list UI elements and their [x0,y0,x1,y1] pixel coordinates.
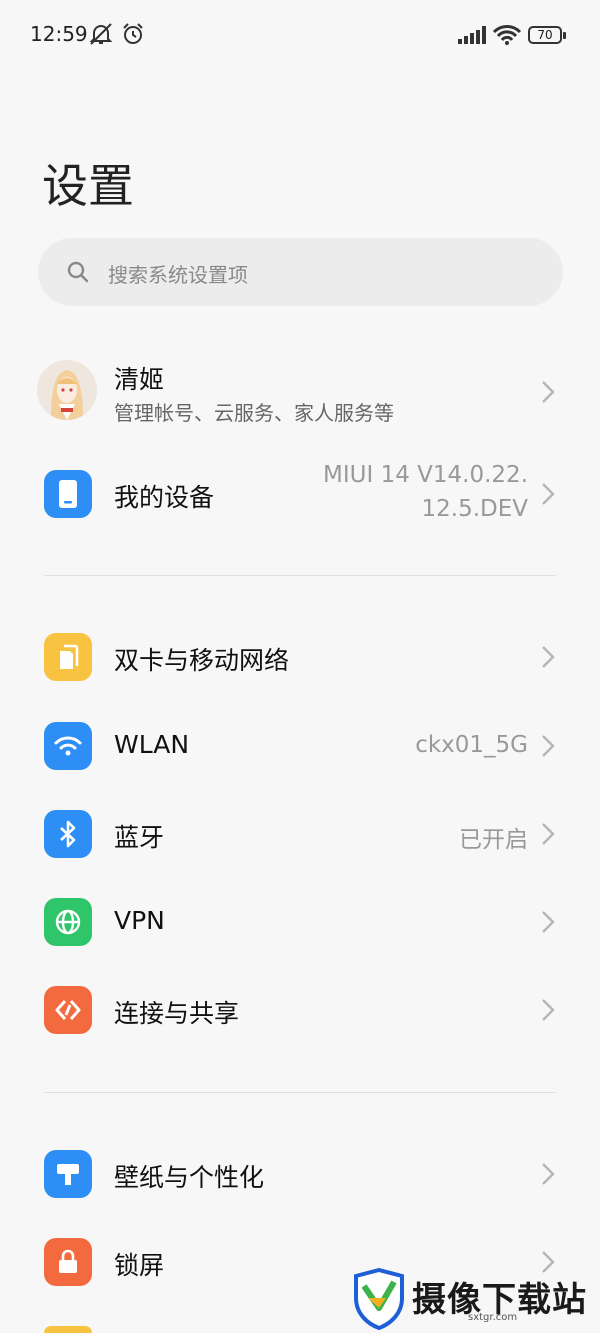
wifi-status-icon [492,25,522,45]
globe-icon [44,898,92,946]
sim-card-icon [44,633,92,681]
chevron-right-icon [542,735,555,757]
signal-icon [458,26,486,44]
silent-bell-icon [89,23,113,45]
wlan-label: WLAN [114,730,190,759]
chevron-right-icon [542,646,555,668]
lock-screen-label: 锁屏 [114,1251,165,1280]
alarm-icon [123,23,143,44]
avatar [37,360,97,420]
vpn-row[interactable]: VPN [0,882,600,962]
bluetooth-icon [44,810,92,858]
bluetooth-label: 蓝牙 [114,823,165,852]
chevron-right-icon [542,999,555,1021]
wallpaper-label: 壁纸与个性化 [114,1163,265,1192]
dual-sim-label: 双卡与移动网络 [114,646,290,675]
vpn-label: VPN [114,906,165,935]
chevron-right-icon [542,1163,555,1185]
watermark: 摄像下载站 sxtgr.com [350,1267,600,1333]
wlan-row[interactable]: WLAN ckx01_5G [0,706,600,786]
wlan-value: ckx01_5G [415,732,528,758]
my-device-label: 我的设备 [114,483,215,512]
bluetooth-row[interactable]: 蓝牙 已开启 [0,794,600,874]
status-time: 12:59 [30,22,88,46]
connection-sharing-label: 连接与共享 [114,999,240,1028]
share-icon [44,986,92,1034]
dual-sim-row[interactable]: 双卡与移动网络 [0,617,600,697]
my-device-row[interactable]: 我的设备 MIUI 14 V14.0.22. 12.5.DEV [0,454,600,534]
wifi-icon [44,722,92,770]
settings-page: 12:59 70 设置 搜索系统设置项 清姬 管理帐号、云服务、家人服务等 我的… [0,0,600,1333]
account-name: 清姬 [114,365,165,394]
bluetooth-value: 已开启 [459,827,528,853]
battery-indicator: 70 [528,26,566,44]
chevron-right-icon [542,911,555,933]
search-bar[interactable]: 搜索系统设置项 [38,238,563,306]
device-version-line1: MIUI 14 V14.0.22. [323,462,528,488]
phone-icon [44,470,92,518]
page-title: 设置 [42,159,134,213]
status-bar: 12:59 70 [0,0,600,70]
device-version-line2: 12.5.DEV [421,496,529,522]
watermark-logo-icon [354,1267,404,1331]
chevron-right-icon [542,823,555,845]
lock-icon [44,1238,92,1286]
wallpaper-row[interactable]: 壁纸与个性化 [0,1134,600,1214]
next-item-icon [44,1326,92,1333]
chevron-right-icon [542,483,555,505]
chevron-right-icon [542,381,555,403]
account-row[interactable]: 清姬 管理帐号、云服务、家人服务等 [0,350,600,434]
search-icon [67,261,89,283]
account-subtitle: 管理帐号、云服务、家人服务等 [114,401,394,425]
wallpaper-icon [44,1150,92,1198]
section-divider [44,575,556,576]
section-divider [44,1092,556,1093]
search-placeholder: 搜索系统设置项 [108,263,248,287]
connection-sharing-row[interactable]: 连接与共享 [0,970,600,1050]
watermark-site: sxtgr.com [468,1312,518,1323]
